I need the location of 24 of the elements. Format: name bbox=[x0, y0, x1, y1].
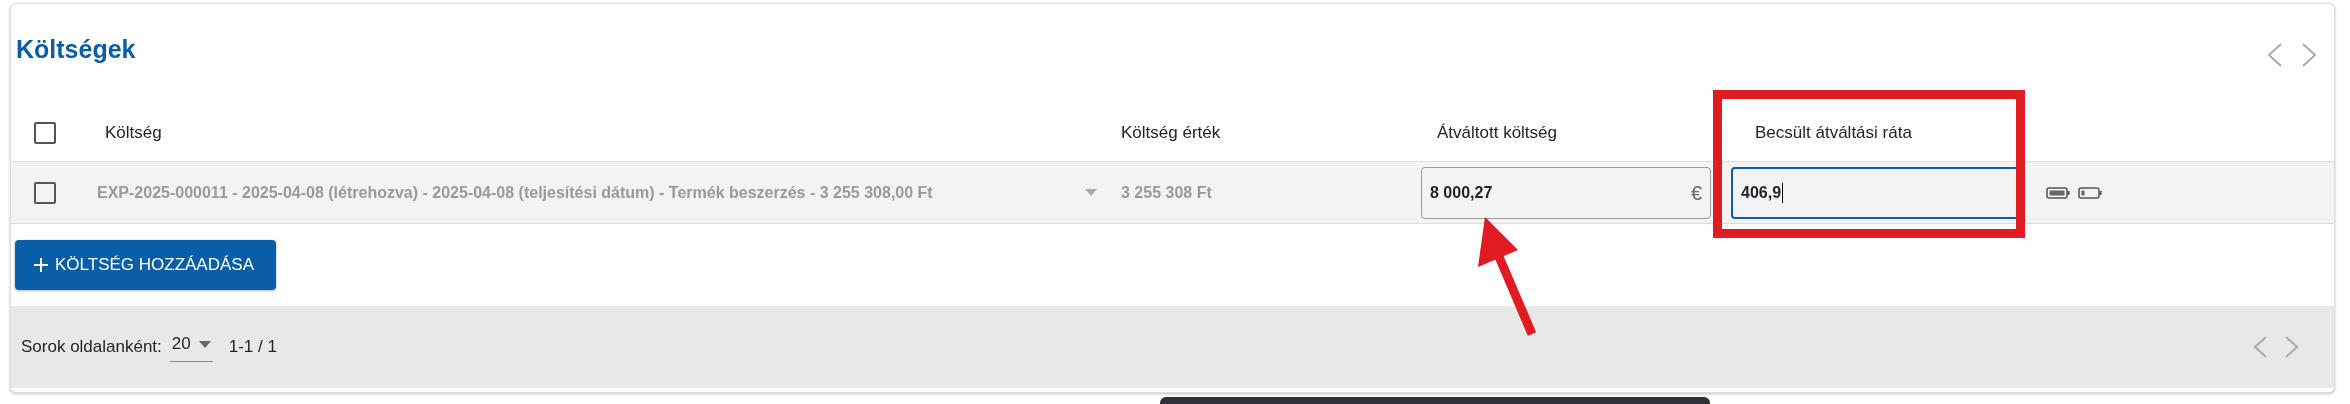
next-icon[interactable] bbox=[2300, 42, 2318, 68]
currency-symbol: € bbox=[1690, 180, 1702, 206]
rows-per-page-select[interactable]: 20 bbox=[169, 331, 213, 362]
column-header: Költség érték bbox=[1121, 121, 1221, 144]
cost-select-value: EXP-2025-000011 - 2025-04-08 (létrehozva) - 2025-04-08 (teljesítési dátum) - Termék beszerzés - 3 255 308,00 Ft bbox=[97, 182, 933, 203]
table-cell: 3 255 308 Ft bbox=[1121, 183, 1212, 201]
dropdown-icon[interactable] bbox=[1085, 189, 1097, 196]
column-header: Költség bbox=[104, 121, 162, 144]
plus-icon bbox=[33, 256, 49, 273]
column-header: Becsült átváltási ráta bbox=[1754, 121, 1912, 144]
battery-low-icon[interactable] bbox=[2078, 185, 2102, 200]
previous-icon[interactable] bbox=[2266, 42, 2284, 68]
page-range: 1-1 / 1 bbox=[228, 335, 277, 358]
battery-full-icon[interactable] bbox=[2046, 185, 2070, 200]
dropdown-icon bbox=[198, 340, 211, 348]
checkbox[interactable] bbox=[34, 121, 56, 144]
input-field[interactable]: 8 000,27 € bbox=[1421, 166, 1711, 219]
add-cost-button[interactable]: KÖLTSÉG HOZZÁADÁSA bbox=[15, 240, 276, 290]
rows-per-page-label: Sorok oldalanként: bbox=[21, 335, 162, 358]
column-header: Átváltott költség bbox=[1436, 121, 1557, 144]
section-title: Költségek bbox=[16, 34, 136, 64]
checkbox[interactable] bbox=[34, 181, 56, 204]
previous-page-icon[interactable] bbox=[2252, 334, 2268, 359]
next-page-icon[interactable] bbox=[2284, 334, 2300, 359]
